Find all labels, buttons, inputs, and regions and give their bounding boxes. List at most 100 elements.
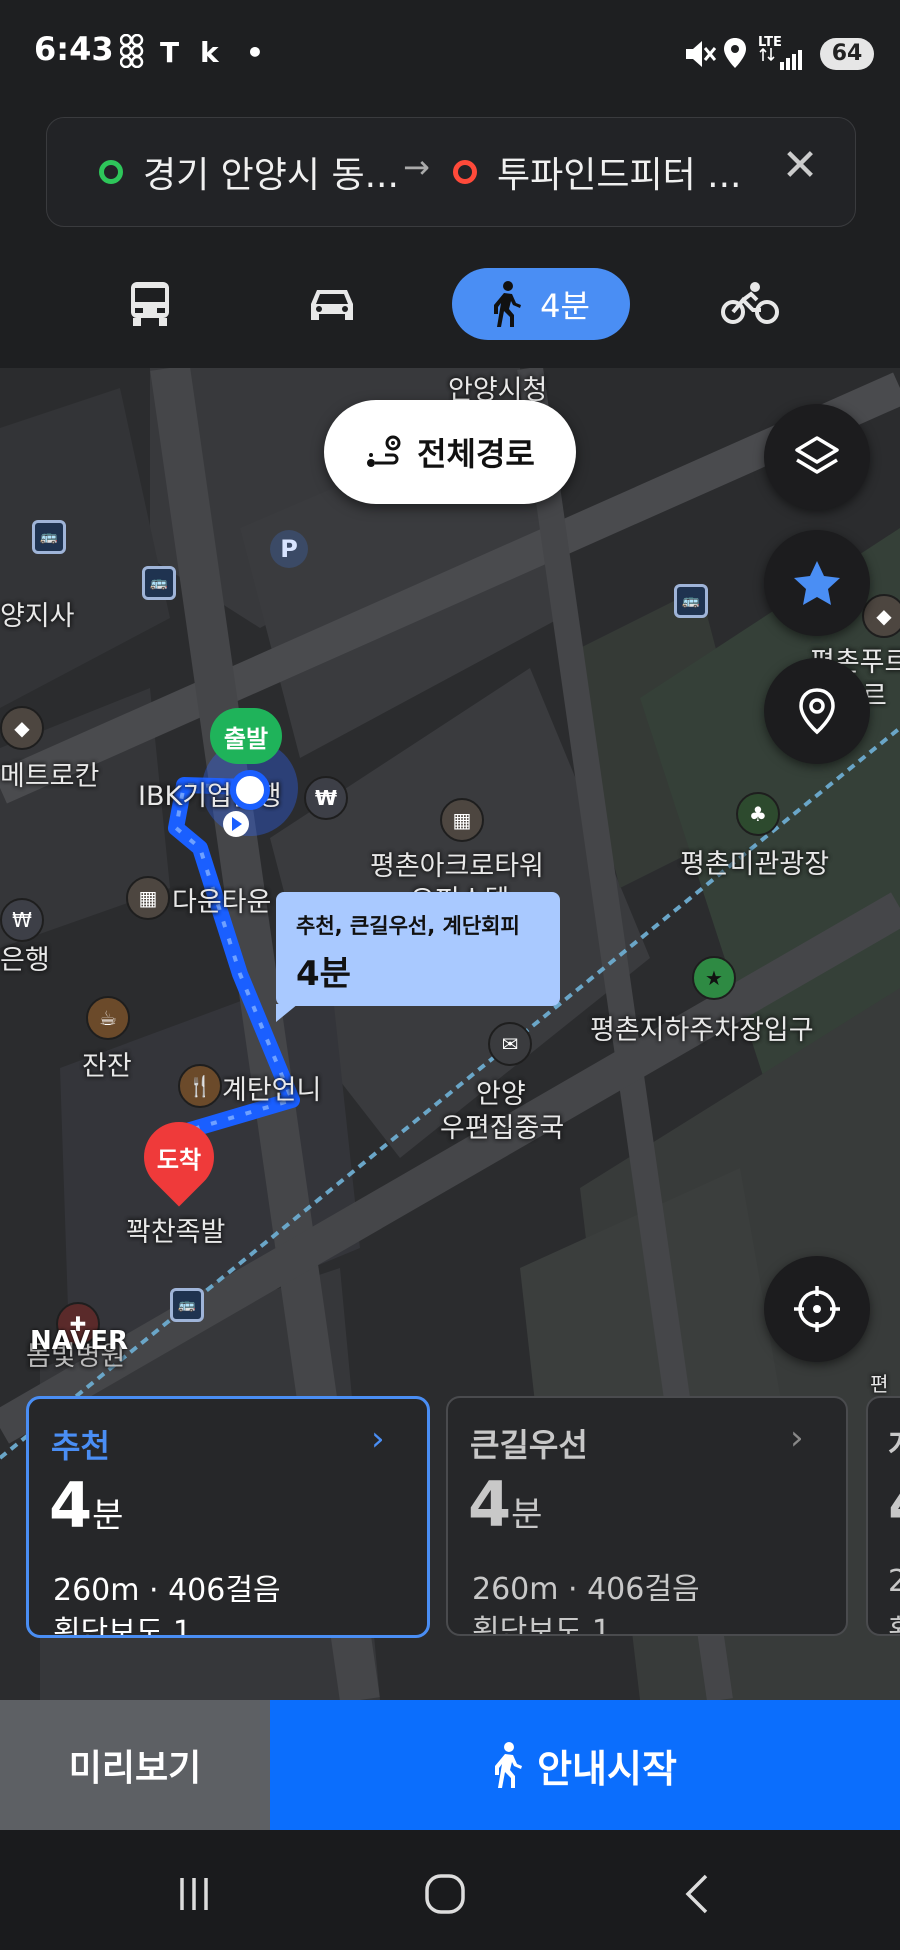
destination-field[interactable]: 투파인드피터 ... [497, 146, 742, 198]
preview-label: 미리보기 [68, 1748, 202, 1789]
route-search-bar[interactable]: 경기 안양시 동... → 투파인드피터 ... ✕ [46, 117, 856, 227]
naver-logo: NAVER [30, 1326, 129, 1356]
full-route-button[interactable]: 전체경로 [324, 400, 576, 504]
beer-icon: ☕ [86, 996, 130, 1040]
start-marker-label: 출발 [223, 724, 269, 753]
won-icon: ₩ [304, 776, 348, 820]
card-title: 큰길우선 [470, 1426, 588, 1464]
t-icon: T [160, 36, 180, 69]
tab-bike[interactable] [710, 268, 790, 340]
card-duration: 4분 [49, 1469, 123, 1542]
route-card-recommended[interactable]: 추천 › 4분 260m · 406걸음 횡단보도 1 [26, 1396, 430, 1638]
chevron-right-icon: › [371, 1419, 385, 1459]
poi-label: 은행 [0, 945, 50, 976]
close-icon[interactable]: ✕ [775, 140, 825, 191]
origin-dot-icon [99, 160, 123, 184]
poi-label: 우편집중국 [440, 1113, 565, 1144]
bus-stop-icon: 🚌 [32, 520, 66, 554]
poi-label: 계탄언니 [222, 1075, 322, 1106]
home-icon [425, 1874, 465, 1914]
layers-icon [795, 436, 839, 474]
back-icon [685, 1874, 708, 1914]
poi-label: 꽉찬족발 [126, 1217, 226, 1248]
walk-time: 4분 [540, 287, 590, 325]
poi-label: 평촌미관광장 [680, 849, 830, 880]
recents-button[interactable] [154, 1868, 234, 1920]
park-icon: ♣ [736, 792, 780, 836]
mute-icon [682, 38, 717, 74]
walk-icon [495, 1742, 523, 1788]
start-navigation-label: 안내시작 [537, 1746, 677, 1791]
poi-label: 메트로칸 [0, 761, 100, 792]
chevron-right-icon: › [790, 1418, 804, 1458]
parking-star-icon: ★ [692, 956, 736, 1000]
restaurant-icon: 🍴 [178, 1064, 222, 1108]
k-icon: k [200, 36, 219, 69]
card-distance: 260m · 406걸음 [472, 1572, 700, 1607]
poi-label: 편 [870, 1372, 889, 1396]
walk-icon [494, 281, 522, 327]
card-crosswalk: 횡단보도 1 [472, 1614, 612, 1636]
start-marker: 출발 [210, 708, 282, 764]
poi-label: 평촌지하주차장입구 [590, 1015, 814, 1046]
card-duration-value: 4 [468, 1468, 512, 1541]
card-duration-unit: 분 [92, 1496, 124, 1536]
card-duration: 4 [888, 1468, 900, 1541]
route-icon [367, 435, 401, 467]
lte-signal-icon: LTE [758, 36, 802, 70]
bank-icon: ₩ [0, 898, 44, 942]
card-distance: 2 [888, 1564, 900, 1599]
poi-label: 양지사 [0, 601, 75, 632]
card-crosswalk: 횡 [888, 1606, 900, 1634]
callout-time: 4분 [296, 954, 351, 994]
favorites-button[interactable] [764, 530, 870, 636]
layers-button[interactable] [764, 404, 870, 510]
tab-walk[interactable]: 4분 [452, 268, 630, 340]
parking-icon: P [270, 530, 308, 568]
bike-icon [721, 282, 779, 324]
battery-indicator: 64 [820, 38, 874, 70]
locate-button[interactable] [764, 1256, 870, 1362]
route-card-partial[interactable]: 계 4 2 횡 [866, 1396, 900, 1636]
building-icon: ▦ [126, 876, 170, 920]
post-office-icon: ✉ [488, 1022, 532, 1066]
tab-car[interactable] [292, 268, 372, 340]
card-duration-value: 4 [49, 1469, 93, 1542]
poi-label: 잔잔 [82, 1051, 132, 1082]
route-arrow-icon: → [403, 148, 430, 186]
card-distance: 260m · 406걸음 [53, 1573, 281, 1608]
dot-icon: • [246, 36, 264, 69]
origin-field[interactable]: 경기 안양시 동... [143, 146, 399, 198]
status-time: 6:43 [34, 30, 114, 68]
start-navigation-button[interactable]: 안내시작 [270, 1700, 900, 1830]
card-duration-value: 4 [888, 1468, 900, 1541]
locate-icon [794, 1286, 840, 1332]
shop-icon: ◆ [862, 594, 900, 638]
office-icon: ▦ [440, 798, 484, 842]
home-button[interactable] [405, 1868, 485, 1920]
destination-dot-icon [453, 160, 477, 184]
route-card-main-road[interactable]: 큰길우선 › 4분 260m · 406걸음 횡단보도 1 [446, 1396, 848, 1636]
direction-icon [222, 810, 250, 842]
pin-icon [799, 688, 835, 735]
car-icon [311, 290, 353, 320]
shop-icon: ◆ [0, 706, 44, 750]
place-button[interactable] [764, 658, 870, 764]
poi-label: 다운타운 [172, 887, 272, 918]
route-callout[interactable]: 추천, 큰길우선, 계단회피 4분 [276, 892, 560, 1006]
card-title: 계 [888, 1420, 900, 1466]
infinity-icon [119, 33, 144, 69]
callout-tail [276, 1004, 298, 1022]
preview-button[interactable]: 미리보기 [0, 1700, 270, 1830]
bus-stop-icon: 🚌 [674, 584, 708, 618]
card-duration: 4분 [468, 1468, 542, 1541]
bus-stop-icon: 🚌 [170, 1288, 204, 1322]
tab-transit[interactable] [110, 268, 190, 340]
bus-icon [131, 282, 169, 326]
back-button[interactable] [658, 1868, 738, 1920]
card-duration-unit: 분 [511, 1495, 543, 1535]
card-title: 추천 [51, 1427, 110, 1465]
bus-stop-icon: 🚌 [142, 566, 176, 600]
card-crosswalk: 횡단보도 1 [53, 1615, 193, 1638]
current-location-icon [230, 770, 270, 810]
